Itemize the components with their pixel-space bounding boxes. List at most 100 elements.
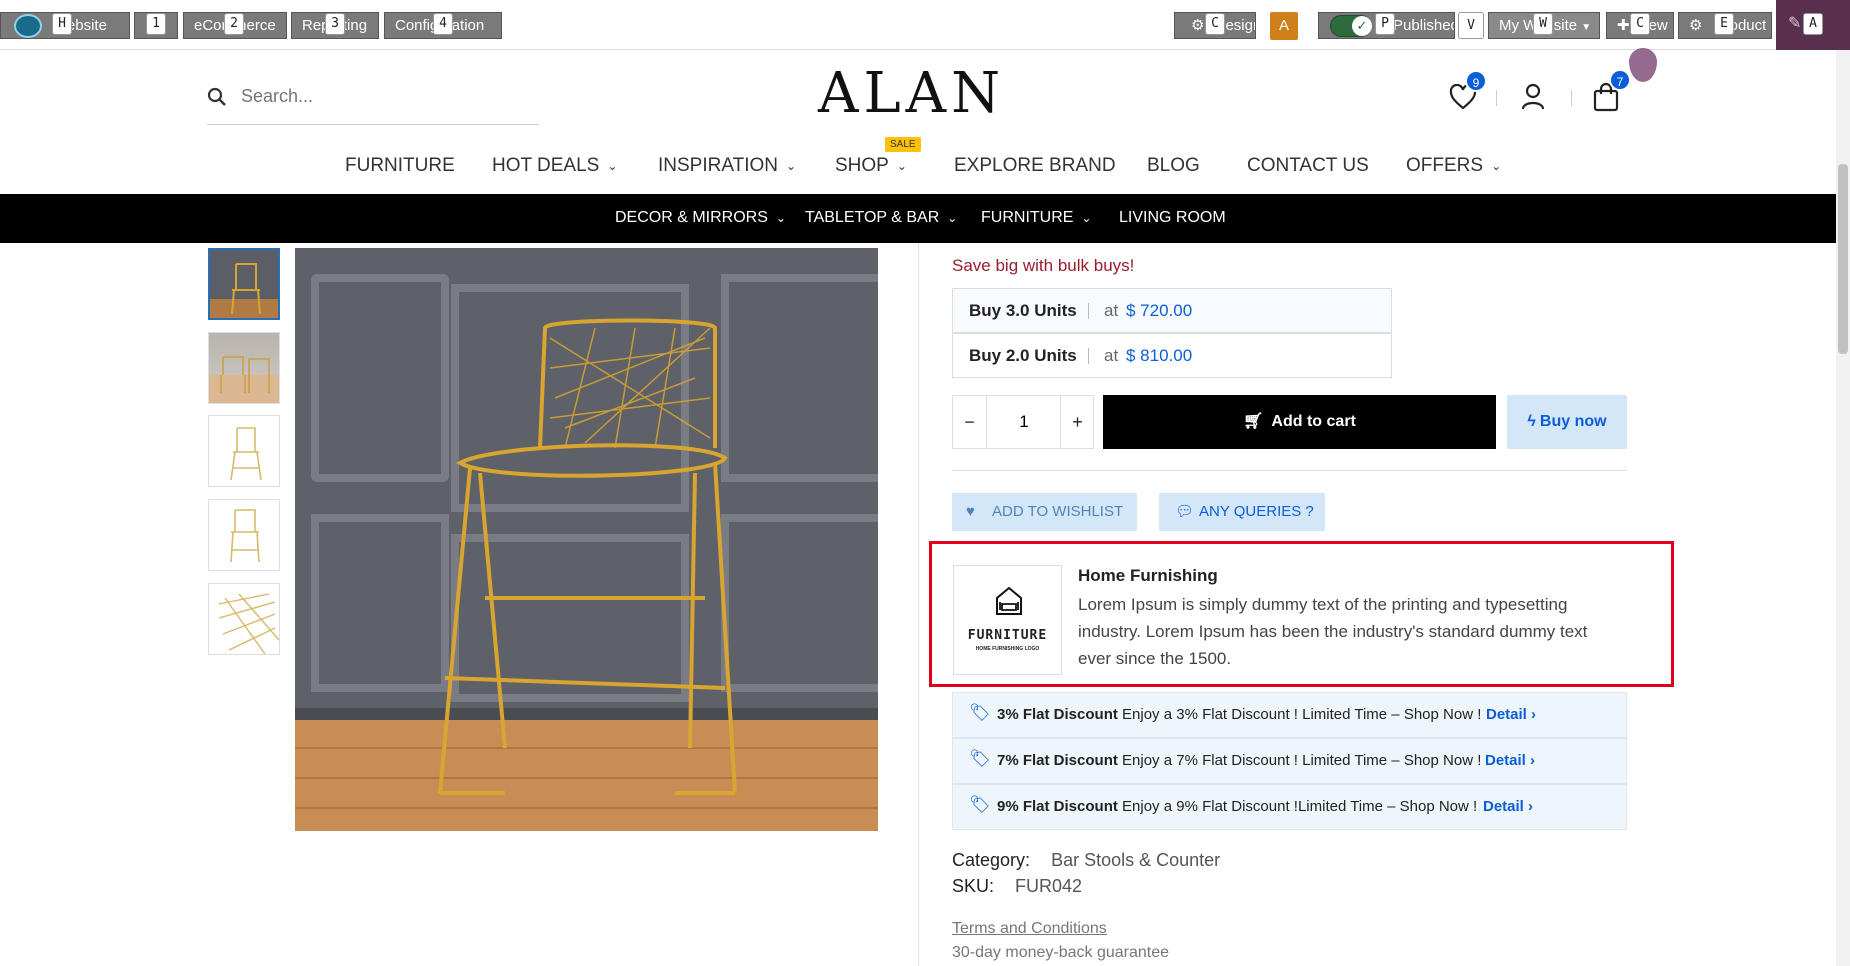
header-divider [1571, 90, 1572, 106]
product-thumbnail[interactable] [208, 415, 280, 487]
quantity-input[interactable] [988, 396, 1060, 448]
sale-tag: SALE [885, 137, 921, 152]
brand-logo: FURNITURE HOME FURNISHING LOGO [953, 565, 1062, 675]
hint-key: 2 [224, 13, 244, 35]
hint-key: H [52, 13, 72, 35]
separator [1088, 348, 1089, 364]
add-to-cart-button[interactable]: 🛒︎ Add to cart [1103, 395, 1496, 449]
search-icon [207, 87, 226, 106]
discount-detail-link[interactable]: Detail › [1485, 752, 1535, 769]
discount-detail-link[interactable]: Detail › [1486, 706, 1536, 723]
odoo-topbar: Website H 1 eCommerce 2 Reporting 3 Conf… [0, 0, 1850, 50]
drop-icon [1629, 48, 1657, 82]
brand-title: Home Furnishing [1078, 566, 1218, 585]
plus-icon: ✚ [1617, 17, 1630, 34]
avatar[interactable]: A [1270, 12, 1298, 40]
tags-icon: 🏷︎ [969, 795, 991, 814]
category-link[interactable]: Bar Stools & Counter [1051, 850, 1220, 870]
nav-inspiration[interactable]: INSPIRATION ⌄ [658, 155, 796, 177]
search-bar[interactable] [207, 75, 539, 125]
category-line: Category: Bar Stools & Counter [952, 850, 1221, 870]
chevron-down-icon: ⌄ [607, 158, 618, 173]
product-thumbnail[interactable] [208, 332, 280, 404]
chat-bubble-icon: 💬︎ [1175, 503, 1195, 520]
caret-down-icon: ▼ [1581, 22, 1592, 33]
site-logo[interactable]: ALAN [818, 64, 1000, 124]
bulk-price-row[interactable]: Buy 2.0 Units at $ 810.00 [952, 333, 1392, 378]
hint-key: C [1205, 13, 1225, 35]
nav-offers[interactable]: OFFERS ⌄ [1406, 155, 1501, 177]
subnav-decor-mirrors[interactable]: DECOR & MIRRORS ⌄ [615, 209, 786, 227]
hint-key: 3 [325, 13, 345, 35]
header-divider [1496, 90, 1497, 106]
chevron-down-icon: ⌄ [896, 158, 907, 173]
chevron-down-icon: ⌄ [786, 158, 797, 173]
product-thumbnail[interactable] [208, 583, 280, 655]
tags-icon: 🏷︎ [969, 749, 991, 768]
product-main-image[interactable] [295, 248, 878, 831]
nav-furniture[interactable]: FURNITURE [345, 155, 455, 177]
separator [1088, 303, 1089, 319]
bulk-buy-title: Save big with bulk buys! [952, 256, 1135, 275]
guarantee-text: 30-day money-back guarantee [952, 944, 1170, 961]
nav-explore-brand[interactable]: EXPLORE BRAND [954, 155, 1116, 177]
bulk-price-row[interactable]: Buy 3.0 Units at $ 720.00 [952, 288, 1392, 333]
hint-key: 4 [433, 13, 453, 35]
user-icon[interactable] [1521, 83, 1545, 111]
odoo-logo-icon [14, 14, 42, 38]
cart-count-badge: 7 [1609, 69, 1631, 91]
gear-icon: ⚙ [1689, 17, 1703, 34]
hint-key: E [1714, 13, 1734, 35]
subnav-living-room[interactable]: LIVING ROOM [1119, 209, 1226, 227]
pencil-icon: ✎ [1788, 15, 1802, 32]
chevron-down-icon: ⌄ [947, 210, 958, 225]
section-divider [952, 470, 1627, 471]
qty-minus-button[interactable]: − [953, 396, 987, 448]
cart-icon: 🛒︎ [1243, 413, 1264, 430]
stool-thumb-graphic [230, 427, 262, 481]
tags-icon: 🏷︎ [969, 703, 991, 722]
buy-now-button[interactable]: ϟ Buy now [1507, 395, 1627, 449]
category-subnav: DECOR & MIRRORS ⌄ TABLETOP & BAR ⌄ FURNITU… [0, 194, 1836, 243]
checkmark-icon: ✓ [1352, 16, 1372, 36]
subnav-furniture[interactable]: FURNITURE ⌄ [981, 209, 1092, 227]
wishlist-count-badge: 9 [1465, 70, 1487, 92]
discount-detail-link[interactable]: Detail › [1483, 798, 1533, 815]
gear-icon: ⚙ [1191, 17, 1205, 34]
quantity-stepper: − + [952, 395, 1094, 449]
discount-row: 🏷︎ 9% Flat Discount Enjoy a 9% Flat Disc… [952, 784, 1627, 830]
discount-row: 🏷︎ 7% Flat Discount Enjoy a 7% Flat Disc… [952, 738, 1627, 784]
stool-thumb-graphic [220, 356, 270, 393]
add-to-wishlist-button[interactable]: ♥ ADD TO WISHLIST [952, 493, 1137, 531]
any-queries-button[interactable]: 💬︎ ANY QUERIES ? [1159, 493, 1325, 531]
nav-blog[interactable]: BLOG [1147, 155, 1200, 177]
sku-line: SKU: FUR042 [952, 876, 1083, 896]
page-scrollbar[interactable] [1836, 50, 1850, 966]
hint-key: W [1533, 13, 1553, 35]
brand-description: Lorem Ipsum is simply dummy text of the … [1078, 595, 1588, 668]
search-input[interactable] [241, 81, 531, 111]
stool-thumb-graphic [231, 263, 261, 315]
hint-key: C [1630, 13, 1650, 35]
product-thumbnail[interactable] [208, 499, 280, 571]
nav-hot-deals[interactable]: HOT DEALS ⌄ [492, 155, 617, 177]
heart-icon: ♥ [966, 503, 975, 520]
hint-key[interactable]: V [1458, 12, 1484, 39]
chevron-down-icon: ⌄ [775, 210, 786, 225]
qty-plus-button[interactable]: + [1060, 396, 1094, 448]
discount-row: 🏷︎ 3% Flat Discount Enjoy a 3% Flat Disc… [952, 692, 1627, 738]
terms-link[interactable]: Terms and Conditions [952, 920, 1107, 938]
subnav-tabletop-bar[interactable]: TABLETOP & BAR ⌄ [805, 209, 957, 227]
product-thumbnail[interactable] [208, 248, 280, 320]
sofa-logo-icon [996, 586, 1022, 615]
stool-thumb-graphic [218, 593, 279, 654]
bar-stool-image [295, 248, 878, 831]
chevron-down-icon: ⌄ [1491, 158, 1502, 173]
chevron-down-icon: ⌄ [1081, 210, 1092, 225]
hint-key: P [1375, 13, 1395, 35]
scrollbar-thumb[interactable] [1838, 164, 1848, 354]
nav-shop[interactable]: SHOP ⌄ [835, 155, 907, 177]
nav-contact-us[interactable]: CONTACT US [1247, 155, 1369, 177]
lightning-icon: ϟ [1527, 413, 1536, 430]
hint-key: A [1803, 13, 1823, 35]
